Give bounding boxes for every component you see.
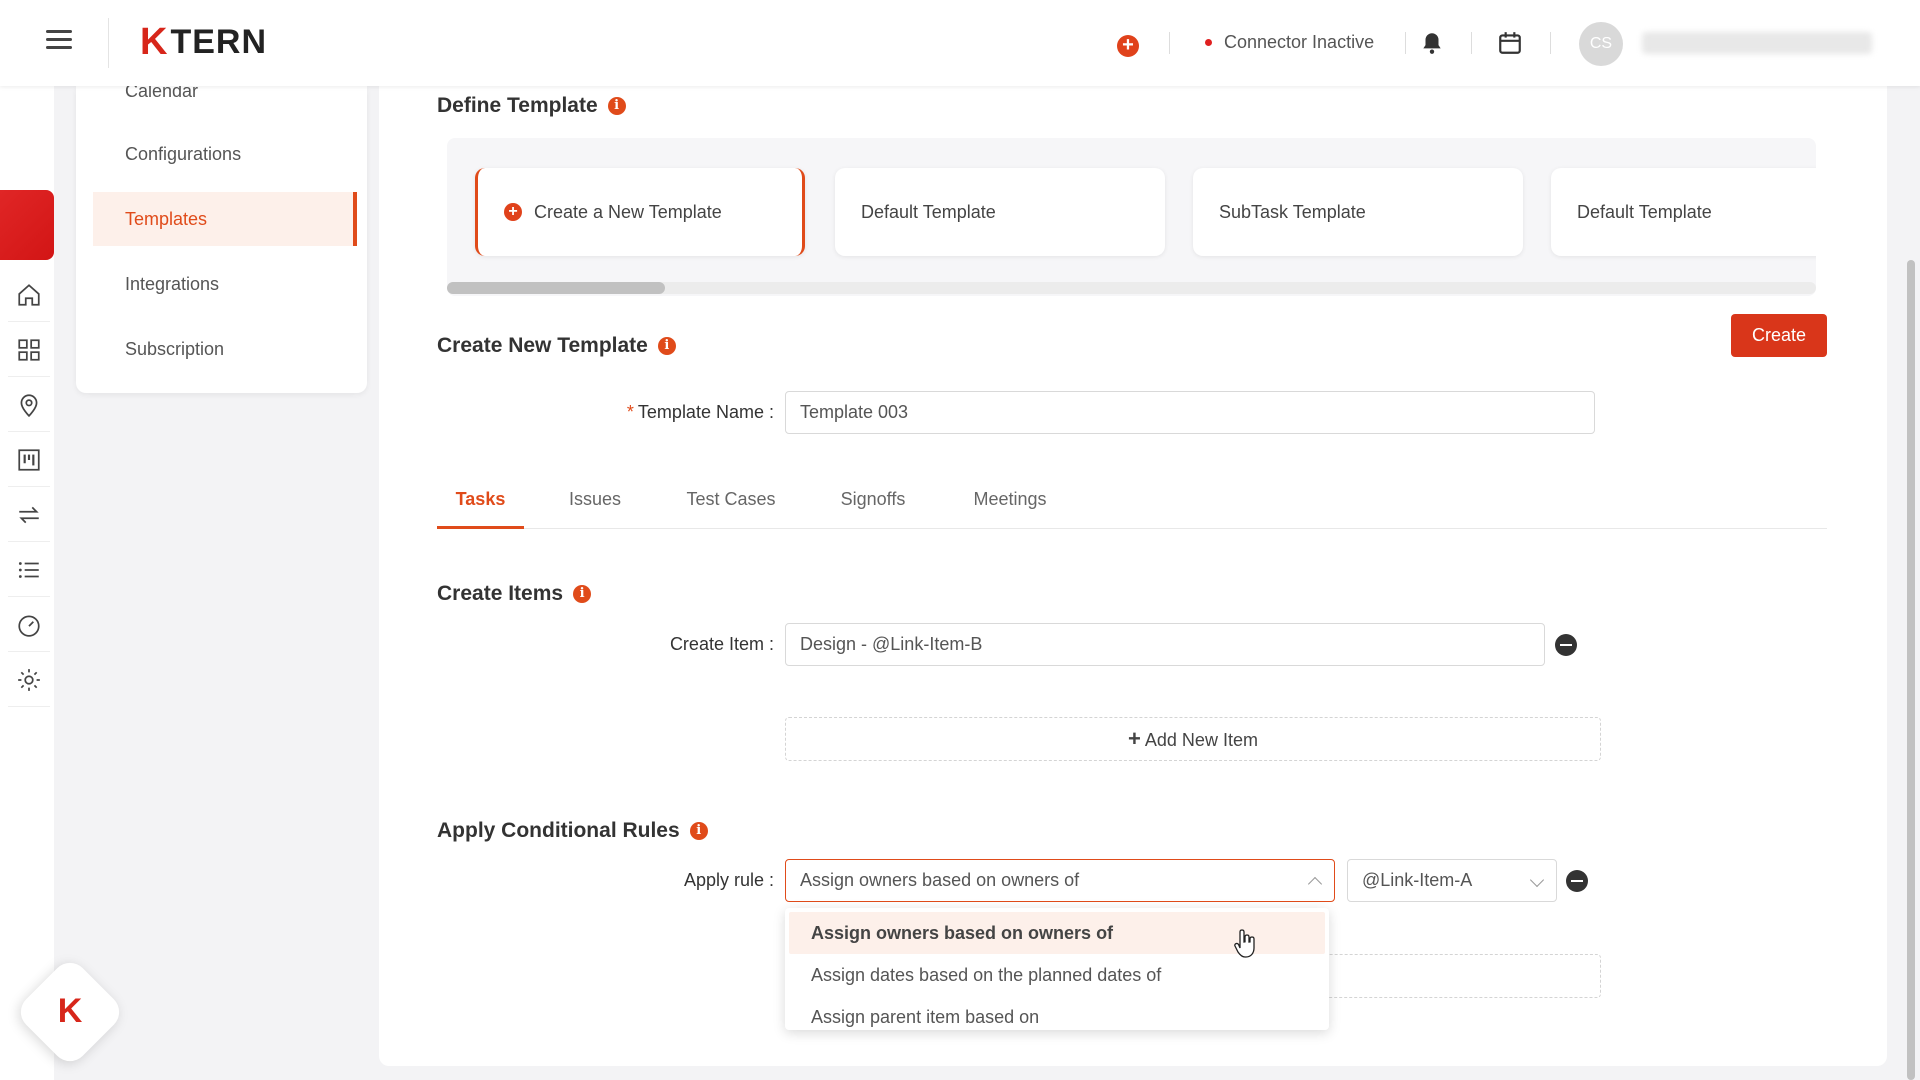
list-icon[interactable] [8,543,50,597]
create-items-heading: Create Items i [437,582,592,606]
remove-item-icon[interactable] [1555,634,1577,656]
location-pin-icon[interactable] [8,378,50,432]
submenu-item-calendar[interactable]: Calendar [93,86,357,118]
ktern-k-logo-icon: K [57,992,83,1030]
hamburger-menu-icon[interactable] [46,30,72,54]
header-separator [1471,32,1472,54]
template-cards-strip: + Create a New Template Default Template … [447,138,1816,296]
main-content: Define Template i + Create a New Template … [379,86,1887,1066]
rule-option[interactable]: Assign parent item based on [789,996,1325,1038]
template-card[interactable]: Default Template [1551,168,1816,256]
transfer-arrows-icon[interactable] [8,488,50,542]
hand-cursor-icon [1234,929,1255,958]
plus-icon: + [1128,726,1141,751]
settings-submenu: Calendar Configurations Templates Integr… [76,86,367,393]
ktern-logo[interactable]: K TERN [140,21,267,63]
user-name-blurred [1642,32,1872,54]
create-new-template-card[interactable]: + Create a New Template [475,168,805,256]
info-icon[interactable]: i [689,822,708,840]
submenu-item-templates[interactable]: Templates [93,192,357,246]
bell-icon[interactable] [1419,30,1445,56]
icon-rail [0,86,54,1080]
template-name-label: * Template Name : [626,402,774,422]
horizontal-scroll-thumb[interactable] [447,282,665,294]
submenu-item-configurations[interactable]: Configurations [93,127,357,181]
header-separator [1169,32,1170,54]
create-button[interactable]: Create [1731,314,1827,357]
rule-options-dropdown: Assign owners based on owners of Assign … [785,908,1329,1030]
add-new-item-button[interactable]: + Add New Item [785,717,1601,761]
vertical-scrollbar[interactable] [1907,260,1915,1080]
define-template-heading: Define Template i [437,94,626,118]
apply-conditional-rules-heading: Apply Conditional Rules i [437,819,708,843]
item-type-tabs: Tasks Issues Test Cases Signoffs Meeting… [437,481,1827,529]
home-icon[interactable] [8,268,50,322]
header-divider [108,18,109,68]
connector-status[interactable]: Connector Inactive [1205,32,1374,53]
header-separator [1405,32,1406,54]
tab-meetings[interactable]: Meetings [965,481,1055,529]
avatar[interactable]: CS [1579,22,1623,66]
link-item-select[interactable]: @Link-Item-A [1347,859,1557,902]
status-dot-icon [1205,39,1212,46]
header-separator [1550,32,1551,54]
add-plus-icon[interactable]: + [1117,35,1139,57]
speedometer-icon[interactable] [8,598,50,652]
top-header: K TERN + Connector Inactive CS [0,0,1920,86]
info-icon[interactable]: i [573,585,592,603]
tab-signoffs[interactable]: Signoffs [833,481,913,529]
remove-rule-icon[interactable] [1566,870,1588,892]
submenu-item-integrations[interactable]: Integrations [93,257,357,311]
chevron-down-icon [1529,872,1545,888]
dashboard-grid-icon[interactable] [8,323,50,377]
create-item-textarea[interactable]: Design - @Link-Item-B [785,623,1545,666]
chevron-up-icon [1307,876,1323,892]
tab-test-cases[interactable]: Test Cases [681,481,781,529]
board-icon[interactable] [8,433,50,487]
template-name-input[interactable]: Template 003 [785,391,1595,434]
apply-rule-label: Apply rule : [683,870,774,890]
create-new-template-heading: Create New Template i [437,334,676,358]
apply-rule-select[interactable]: Assign owners based on owners of [785,859,1335,902]
info-icon[interactable]: i [657,337,676,355]
tab-issues[interactable]: Issues [565,481,625,529]
tab-tasks[interactable]: Tasks [437,481,524,529]
plus-circle-icon: + [504,203,522,221]
gear-icon[interactable] [8,653,50,707]
info-icon[interactable]: i [607,97,626,115]
rail-active-marker [0,190,54,260]
create-item-label: Create Item : [669,634,774,654]
submenu-item-subscription[interactable]: Subscription [93,322,357,376]
template-card[interactable]: Default Template [835,168,1165,256]
calendar-icon[interactable] [1497,30,1523,56]
template-card[interactable]: SubTask Template [1193,168,1523,256]
